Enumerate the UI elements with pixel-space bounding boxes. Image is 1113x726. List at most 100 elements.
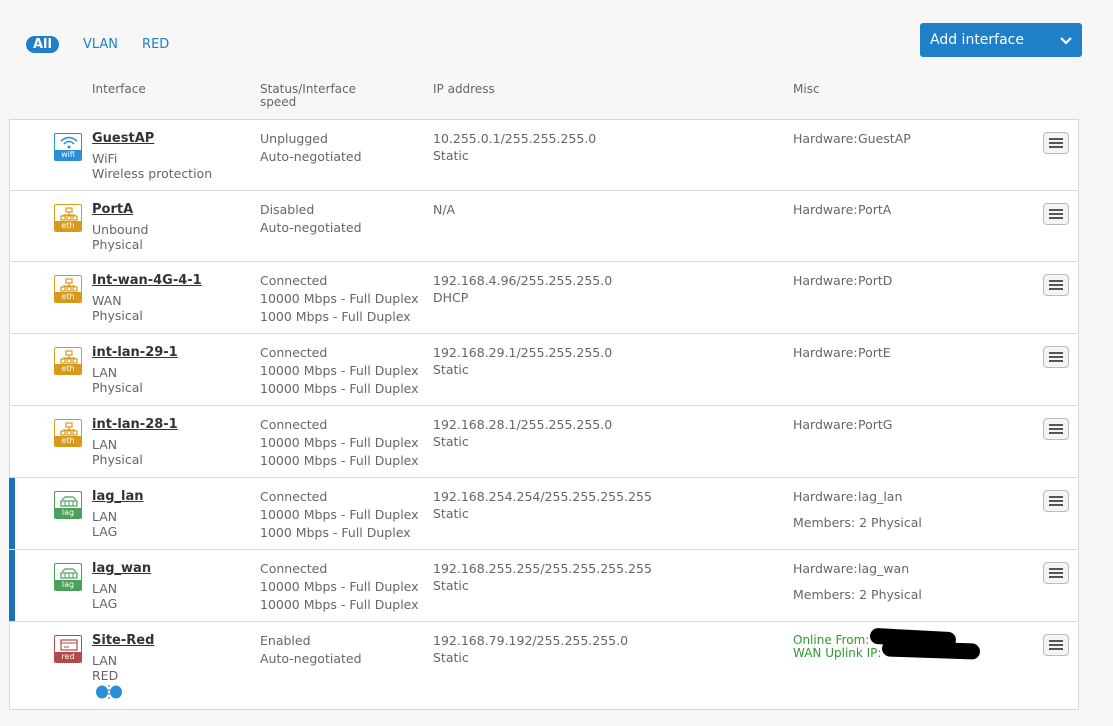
- row-menu-button[interactable]: [1043, 490, 1069, 512]
- hardware-value: PortA: [858, 202, 892, 217]
- interface-status: Connected: [260, 345, 328, 360]
- row-menu-button[interactable]: [1043, 634, 1069, 656]
- interface-type: LAG: [92, 596, 118, 611]
- interface-speed: 10000 Mbps - Full Duplex: [260, 579, 419, 594]
- interface-name-link[interactable]: int-lan-28-1: [92, 417, 178, 432]
- column-header-ip: IP address: [433, 82, 495, 96]
- interface-zone: LAN: [92, 653, 118, 668]
- interface-name-link[interactable]: Site-Red: [92, 633, 154, 648]
- interface-zone: WAN: [92, 293, 122, 308]
- interface-status: Disabled: [260, 202, 315, 217]
- interface-status: Connected: [260, 417, 328, 432]
- interface-table: wifi GuestAP WiFi Wireless protection Un…: [9, 119, 1079, 710]
- ip-address: 192.168.255.255/255.255.255.255: [433, 561, 652, 576]
- hardware-label: Hardware:: [793, 417, 858, 432]
- hardware-value: PortE: [858, 345, 891, 360]
- icon-tag: red: [55, 652, 81, 662]
- interface-status: Connected: [260, 489, 328, 504]
- hardware-label: Hardware:: [793, 345, 858, 360]
- interface-speed: Auto-negotiated: [260, 651, 362, 666]
- interface-speed: 10000 Mbps - Full Duplex: [260, 363, 419, 378]
- icon-tag: eth: [55, 436, 81, 446]
- table-row: eth PortA Unbound Physical Disabled Auto…: [10, 191, 1078, 262]
- interface-name-link[interactable]: lag_wan: [92, 561, 151, 576]
- ethernet-icon: eth: [54, 275, 82, 303]
- interface-speed: 1000 Mbps - Full Duplex: [260, 525, 411, 540]
- table-row: eth int-lan-28-1 LAN Physical Connected …: [10, 406, 1078, 478]
- filter-vlan[interactable]: VLAN: [83, 37, 118, 52]
- table-row: eth int-lan-29-1 LAN Physical Connected …: [10, 334, 1078, 406]
- table-row: red Site-Red LAN RED Enabled Auto-negoti…: [10, 622, 1078, 710]
- table-row: lag lag_wan LAN LAG Connected 10000 Mbps…: [9, 550, 1078, 622]
- ip-mode: Static: [433, 362, 469, 377]
- lag-members: Members: 2 Physical: [793, 515, 922, 530]
- row-menu-button[interactable]: [1043, 274, 1069, 296]
- interface-zone: WiFi: [92, 151, 118, 166]
- add-interface-button[interactable]: Add interface: [920, 23, 1082, 57]
- ip-address: N/A: [433, 202, 456, 217]
- interface-zone: LAN: [92, 509, 118, 524]
- ip-address: 10.255.0.1/255.255.255.0: [433, 131, 597, 146]
- hardware-label: Hardware:: [793, 561, 858, 576]
- interface-speed: 10000 Mbps - Full Duplex: [260, 381, 419, 396]
- ip-mode: Static: [433, 578, 469, 593]
- hardware-value: lag_lan: [858, 489, 903, 504]
- row-menu-button[interactable]: [1043, 203, 1069, 225]
- interface-name-link[interactable]: GuestAP: [92, 131, 154, 146]
- hardware-label: Hardware:: [793, 131, 858, 146]
- icon-tag: lag: [55, 508, 81, 518]
- interface-zone: LAN: [92, 365, 118, 380]
- interface-speed: 10000 Mbps - Full Duplex: [260, 435, 419, 450]
- wifi-icon: wifi: [54, 133, 82, 161]
- red-device-icon: red: [54, 635, 82, 663]
- ip-mode: DHCP: [433, 290, 469, 305]
- ip-mode: Static: [433, 434, 469, 449]
- interface-status: Connected: [260, 561, 328, 576]
- column-header-status: Status/Interface speed: [260, 83, 356, 109]
- column-header-misc: Misc: [793, 82, 820, 96]
- interface-speed: Auto-negotiated: [260, 220, 362, 235]
- chevron-down-icon: [1060, 37, 1072, 45]
- icon-tag: eth: [55, 292, 81, 302]
- hardware-value: PortD: [858, 273, 893, 288]
- interface-type: Wireless protection: [92, 166, 213, 181]
- table-row: wifi GuestAP WiFi Wireless protection Un…: [10, 120, 1078, 191]
- lag-icon: lag: [54, 491, 82, 519]
- ip-address: 192.168.29.1/255.255.255.0: [433, 345, 613, 360]
- interface-name-link[interactable]: lag_lan: [92, 489, 144, 504]
- icon-tag: wifi: [55, 150, 81, 160]
- interface-type: Physical: [92, 308, 143, 323]
- table-row: lag lag_lan LAN LAG Connected 10000 Mbps…: [9, 478, 1078, 550]
- interface-name-link[interactable]: int-lan-29-1: [92, 345, 178, 360]
- interface-speed: 10000 Mbps - Full Duplex: [260, 291, 419, 306]
- ip-address: 192.168.4.96/255.255.255.0: [433, 273, 613, 288]
- ip-address: 192.168.28.1/255.255.255.0: [433, 417, 613, 432]
- ethernet-icon: eth: [54, 347, 82, 375]
- hardware-label: Hardware:: [793, 202, 858, 217]
- column-header-interface: Interface: [92, 82, 146, 96]
- filter-red[interactable]: RED: [142, 37, 169, 52]
- filter-all[interactable]: All: [26, 36, 59, 53]
- ip-mode: Static: [433, 650, 469, 665]
- ip-address: 192.168.79.192/255.255.255.0: [433, 633, 629, 648]
- ip-address: 192.168.254.254/255.255.255.255: [433, 489, 652, 504]
- interface-speed: 10000 Mbps - Full Duplex: [260, 507, 419, 522]
- interface-zone: Unbound: [92, 222, 149, 237]
- online-from-label: Online From:: [793, 633, 870, 647]
- interface-name-link[interactable]: Int-wan-4G-4-1: [92, 273, 202, 288]
- icon-tag: eth: [55, 364, 81, 374]
- table-row: eth Int-wan-4G-4-1 WAN Physical Connecte…: [10, 262, 1078, 334]
- interface-speed: 10000 Mbps - Full Duplex: [260, 597, 419, 612]
- row-menu-button[interactable]: [1043, 418, 1069, 440]
- redaction-mark: [881, 640, 981, 660]
- lag-members: Members: 2 Physical: [793, 587, 922, 602]
- interface-name-link[interactable]: PortA: [92, 202, 133, 217]
- row-menu-button[interactable]: [1043, 562, 1069, 584]
- row-menu-button[interactable]: [1043, 346, 1069, 368]
- interface-status: Unplugged: [260, 131, 328, 146]
- interface-speed: Auto-negotiated: [260, 149, 362, 164]
- ethernet-icon: eth: [54, 419, 82, 447]
- interface-zone: LAN: [92, 581, 118, 596]
- wan-uplink-label: WAN Uplink IP:: [793, 646, 882, 660]
- row-menu-button[interactable]: [1043, 132, 1069, 154]
